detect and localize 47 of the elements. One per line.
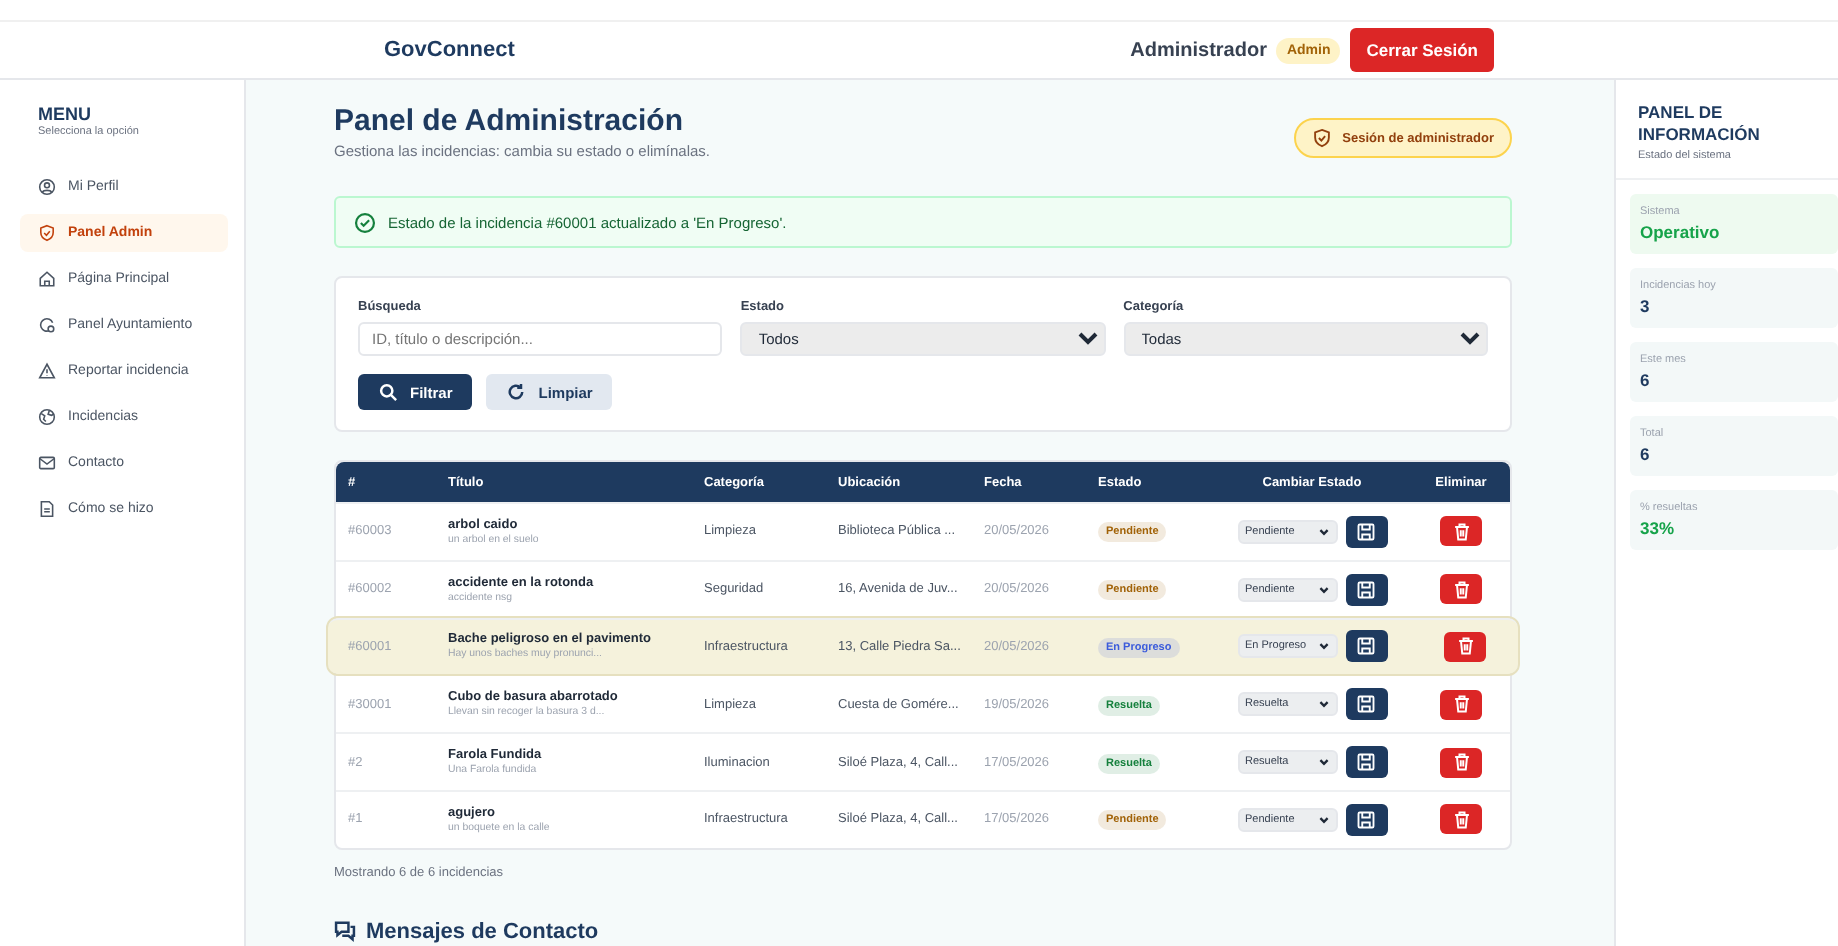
stat-value: Operativo	[1640, 221, 1722, 242]
panel-title: PANEL DE INFORMACIÓN	[1638, 102, 1762, 148]
delete-button[interactable]	[1440, 804, 1482, 835]
save-button[interactable]	[1345, 573, 1387, 606]
chevron-down-icon	[1317, 698, 1329, 711]
delete-button[interactable]	[1440, 574, 1482, 605]
stat-value: 6	[1640, 443, 1652, 464]
delete-button[interactable]	[1440, 516, 1482, 547]
save-button[interactable]	[1345, 746, 1387, 779]
save-icon	[1356, 694, 1376, 715]
save-icon	[1356, 521, 1376, 542]
trash-icon	[1451, 752, 1471, 773]
trash-icon	[1455, 636, 1475, 657]
delete-button[interactable]	[1440, 747, 1482, 778]
user-name: Administrador	[1130, 39, 1267, 61]
chevron-down-icon	[1317, 756, 1329, 769]
save-icon	[1356, 752, 1376, 773]
shield-icon	[1312, 128, 1333, 148]
save-button[interactable]	[1345, 803, 1387, 836]
check-circle-icon	[354, 211, 376, 233]
trash-icon	[1451, 521, 1471, 542]
search-icon	[378, 382, 398, 402]
section-title-text: Mensajes de Contacto	[366, 919, 599, 944]
stat-value: 3	[1640, 295, 1652, 316]
trash-icon	[1451, 694, 1471, 715]
brand-name: GovConnect	[384, 38, 515, 62]
menu-title: MENU	[36, 104, 93, 124]
save-icon	[1356, 579, 1376, 600]
save-button[interactable]	[1345, 688, 1387, 721]
delete-button[interactable]	[1444, 631, 1486, 662]
trash-icon	[1451, 809, 1471, 830]
delete-button[interactable]	[1440, 689, 1482, 720]
chevron-down-icon	[1317, 640, 1329, 653]
chevron-down-icon	[1317, 813, 1329, 826]
stat-value: 33%	[1640, 517, 1677, 538]
page-title: Panel de Administración	[334, 104, 685, 138]
save-button[interactable]	[1345, 630, 1387, 663]
chat-icon	[334, 920, 356, 943]
chevron-down-icon	[1317, 525, 1329, 538]
refresh-icon	[506, 382, 527, 402]
save-button[interactable]	[1345, 515, 1387, 548]
chevron-down-icon	[1317, 583, 1329, 596]
stat-value: 6	[1640, 369, 1652, 390]
save-icon	[1356, 636, 1376, 657]
logout-button[interactable]: Cerrar Sesión	[1350, 28, 1494, 72]
save-icon	[1356, 809, 1376, 830]
trash-icon	[1451, 579, 1471, 600]
